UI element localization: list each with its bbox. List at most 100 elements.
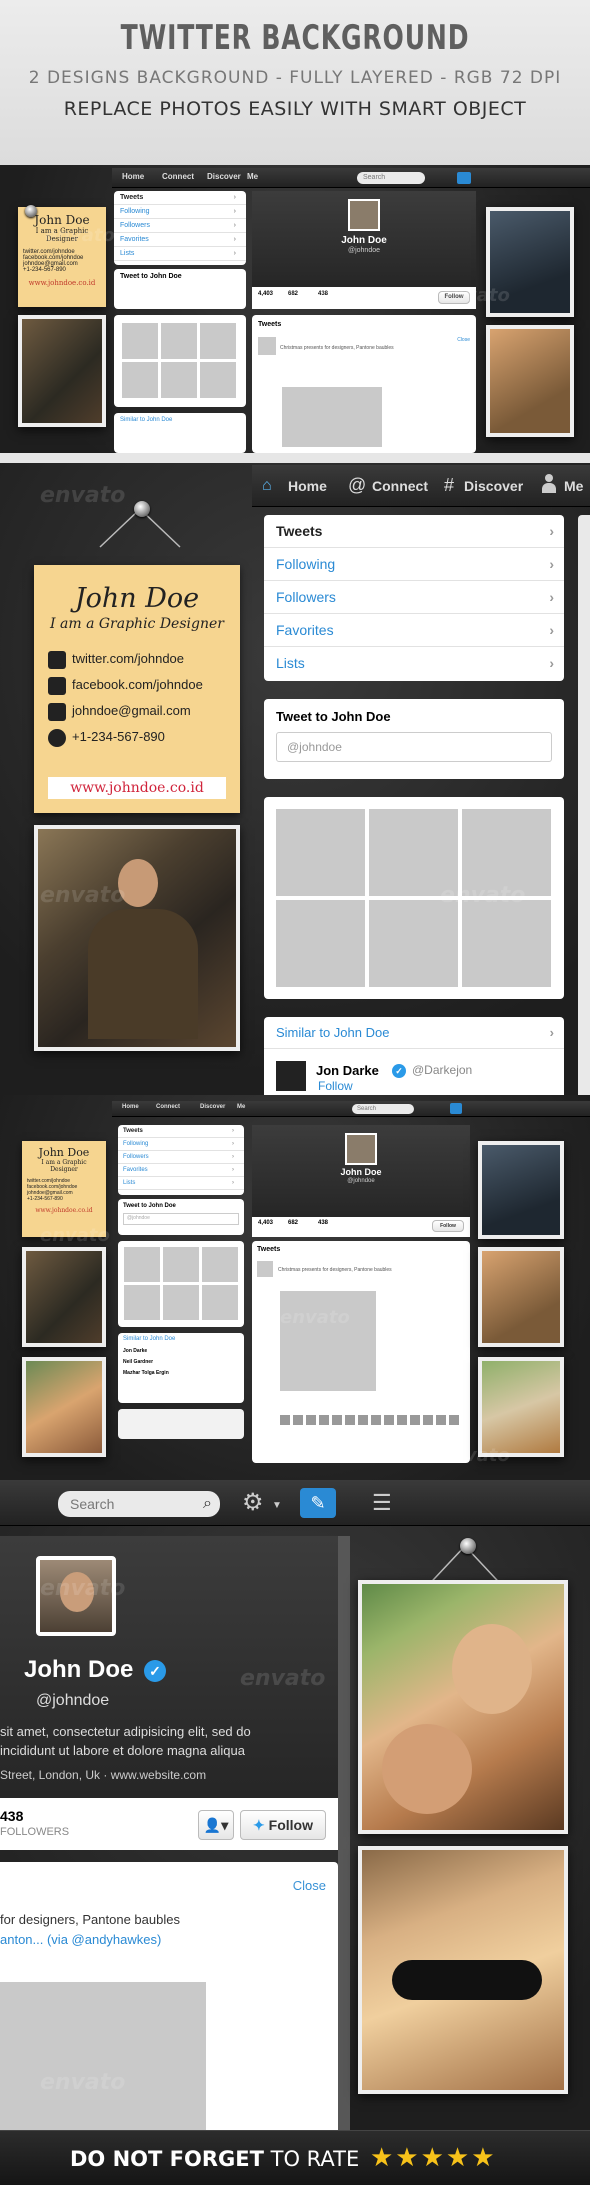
tweet-to-input[interactable]: @johndoe [123, 1213, 239, 1225]
similar-title[interactable]: Similar to John Doe [264, 1017, 564, 1049]
similar-user1-name[interactable]: Jon Darke [123, 1348, 239, 1354]
search-input[interactable]: Search [357, 172, 425, 184]
tweet-media[interactable] [282, 387, 382, 447]
similar-user1-name[interactable]: Jon Darke [316, 1063, 379, 1078]
hamburger-icon[interactable]: ☰ [372, 1490, 392, 1516]
media-thumb[interactable] [122, 323, 158, 359]
nav-home[interactable]: Home [288, 478, 327, 494]
gear-icon[interactable]: ⚙ [242, 1488, 264, 1517]
close-link[interactable]: Close [457, 337, 470, 343]
similar-user2-name[interactable]: Neil Gardner [123, 1359, 239, 1365]
similar-title[interactable]: Similar to John Doe [120, 417, 240, 423]
avatar[interactable] [348, 199, 380, 231]
stat-following[interactable]: 682 [288, 1220, 298, 1226]
stat-tweets[interactable]: 4,403 [258, 291, 273, 297]
menu-followers[interactable]: Followers [114, 219, 246, 233]
media-thumb[interactable] [462, 900, 551, 987]
stat-followers[interactable]: 438 [318, 291, 328, 297]
menu-followers[interactable]: Followers [118, 1151, 244, 1164]
media-thumb[interactable] [369, 809, 458, 896]
nav-me[interactable]: Me [247, 172, 258, 181]
menu-following[interactable]: Following [114, 205, 246, 219]
nav-discover[interactable]: Discover [207, 172, 241, 181]
nav-me[interactable]: Me [564, 478, 583, 494]
close-link[interactable]: Close [293, 1878, 326, 1893]
search-icon[interactable]: ⌕ [203, 1491, 212, 1517]
menu-following[interactable]: Following [118, 1138, 244, 1151]
bio-line-1: sit amet, consectetur adipisicing elit, … [0, 1724, 251, 1739]
similar-avatar[interactable] [276, 1061, 306, 1091]
profile-name: John Doe [340, 1167, 382, 1177]
tweet-media[interactable] [0, 1982, 206, 2130]
media-thumb[interactable] [276, 900, 365, 987]
stat-followers[interactable]: 438 [318, 1220, 328, 1226]
nav-connect[interactable]: Connect [372, 478, 428, 494]
similar-user3-name[interactable]: Mazhar Tolga Ergin [123, 1370, 239, 1376]
media-thumb[interactable] [122, 362, 158, 398]
media-thumb[interactable] [369, 900, 458, 987]
nav-home[interactable]: Home [122, 1104, 139, 1110]
user-actions-button[interactable]: 👤▾ [198, 1810, 234, 1840]
similar-follow-link[interactable]: Follow [318, 1079, 353, 1093]
menu-followers[interactable]: Followers [264, 581, 564, 614]
media-thumb[interactable] [200, 323, 236, 359]
search-input[interactable]: Search ⌕ [58, 1491, 220, 1517]
menu-tweets[interactable]: Tweets [264, 515, 564, 548]
avatar[interactable] [36, 1556, 116, 1636]
profile-handle: @johndoe [347, 1178, 375, 1184]
nav-discover[interactable]: Discover [200, 1104, 225, 1110]
media-thumb[interactable] [276, 809, 365, 896]
content-scrollbar[interactable] [338, 1536, 350, 2130]
menu-tweets[interactable]: Tweets [114, 191, 246, 205]
menu-tweets[interactable]: Tweets [118, 1125, 244, 1138]
tweet-link[interactable]: anton... (via @andyhawkes) [0, 1932, 161, 1947]
menu-lists[interactable]: Lists [118, 1177, 244, 1190]
photo-woman-sunglasses [486, 325, 574, 437]
compose-tweet-icon[interactable]: ✎ [300, 1488, 336, 1518]
media-thumb[interactable] [163, 1247, 199, 1282]
avatar[interactable] [345, 1133, 377, 1165]
compose-tweet-icon[interactable] [457, 172, 471, 184]
nav-home[interactable]: Home [122, 172, 144, 181]
phone-icon [48, 728, 66, 747]
media-thumb[interactable] [462, 809, 551, 896]
nav-me[interactable]: Me [237, 1104, 245, 1110]
nav-connect[interactable]: Connect [162, 172, 194, 181]
follow-button[interactable]: Follow [438, 291, 470, 304]
compose-tweet-icon[interactable] [450, 1103, 462, 1114]
media-thumb[interactable] [161, 323, 197, 359]
rating-stars-icon[interactable]: ★★★★★ [370, 2144, 497, 2170]
search-input[interactable]: Search [352, 1104, 414, 1114]
nav-connect[interactable]: Connect [156, 1104, 180, 1110]
menu-lists[interactable]: Lists [114, 247, 246, 261]
menu-favorites[interactable]: Favorites [118, 1164, 244, 1177]
media-thumb[interactable] [200, 362, 236, 398]
tweet-mention[interactable]: @andyhawkes) [72, 1932, 162, 1947]
media-thumb[interactable] [163, 1285, 199, 1320]
menu-favorites[interactable]: Favorites [264, 614, 564, 647]
media-thumb[interactable] [124, 1247, 160, 1282]
tweet-to-input[interactable]: @johndoe [276, 732, 552, 762]
bio-line-2: incididunt ut labore et dolore magna ali… [0, 1743, 246, 1758]
similar-title[interactable]: Similar to John Doe [123, 1336, 239, 1342]
rate-rest: TO RATE [263, 2147, 360, 2171]
follow-button[interactable]: ✦ Follow [240, 1810, 326, 1840]
menu-following[interactable]: Following [264, 548, 564, 581]
media-thumb[interactable] [202, 1285, 238, 1320]
chevron-down-icon[interactable]: ▼ [272, 1500, 282, 1511]
media-thumb[interactable] [202, 1247, 238, 1282]
home-icon[interactable]: ⌂ [262, 477, 272, 495]
menu-favorites[interactable]: Favorites [114, 233, 246, 247]
stat-tweets[interactable]: 4,403 [258, 1220, 273, 1226]
media-thumb[interactable] [124, 1285, 160, 1320]
nav-discover[interactable]: Discover [464, 478, 523, 494]
tweet-media[interactable] [280, 1291, 376, 1391]
stat-followers[interactable]: 438 [0, 1808, 23, 1824]
follow-button[interactable]: Follow [432, 1220, 464, 1232]
stat-following[interactable]: 682 [288, 291, 298, 297]
tweet-to-card: Tweet to John Doe @johndoe [118, 1199, 244, 1235]
tweet-link-text[interactable]: anton... (via [0, 1932, 72, 1947]
menu-lists[interactable]: Lists [264, 647, 564, 679]
media-thumb[interactable] [161, 362, 197, 398]
card-name: John Doe [38, 1146, 90, 1159]
